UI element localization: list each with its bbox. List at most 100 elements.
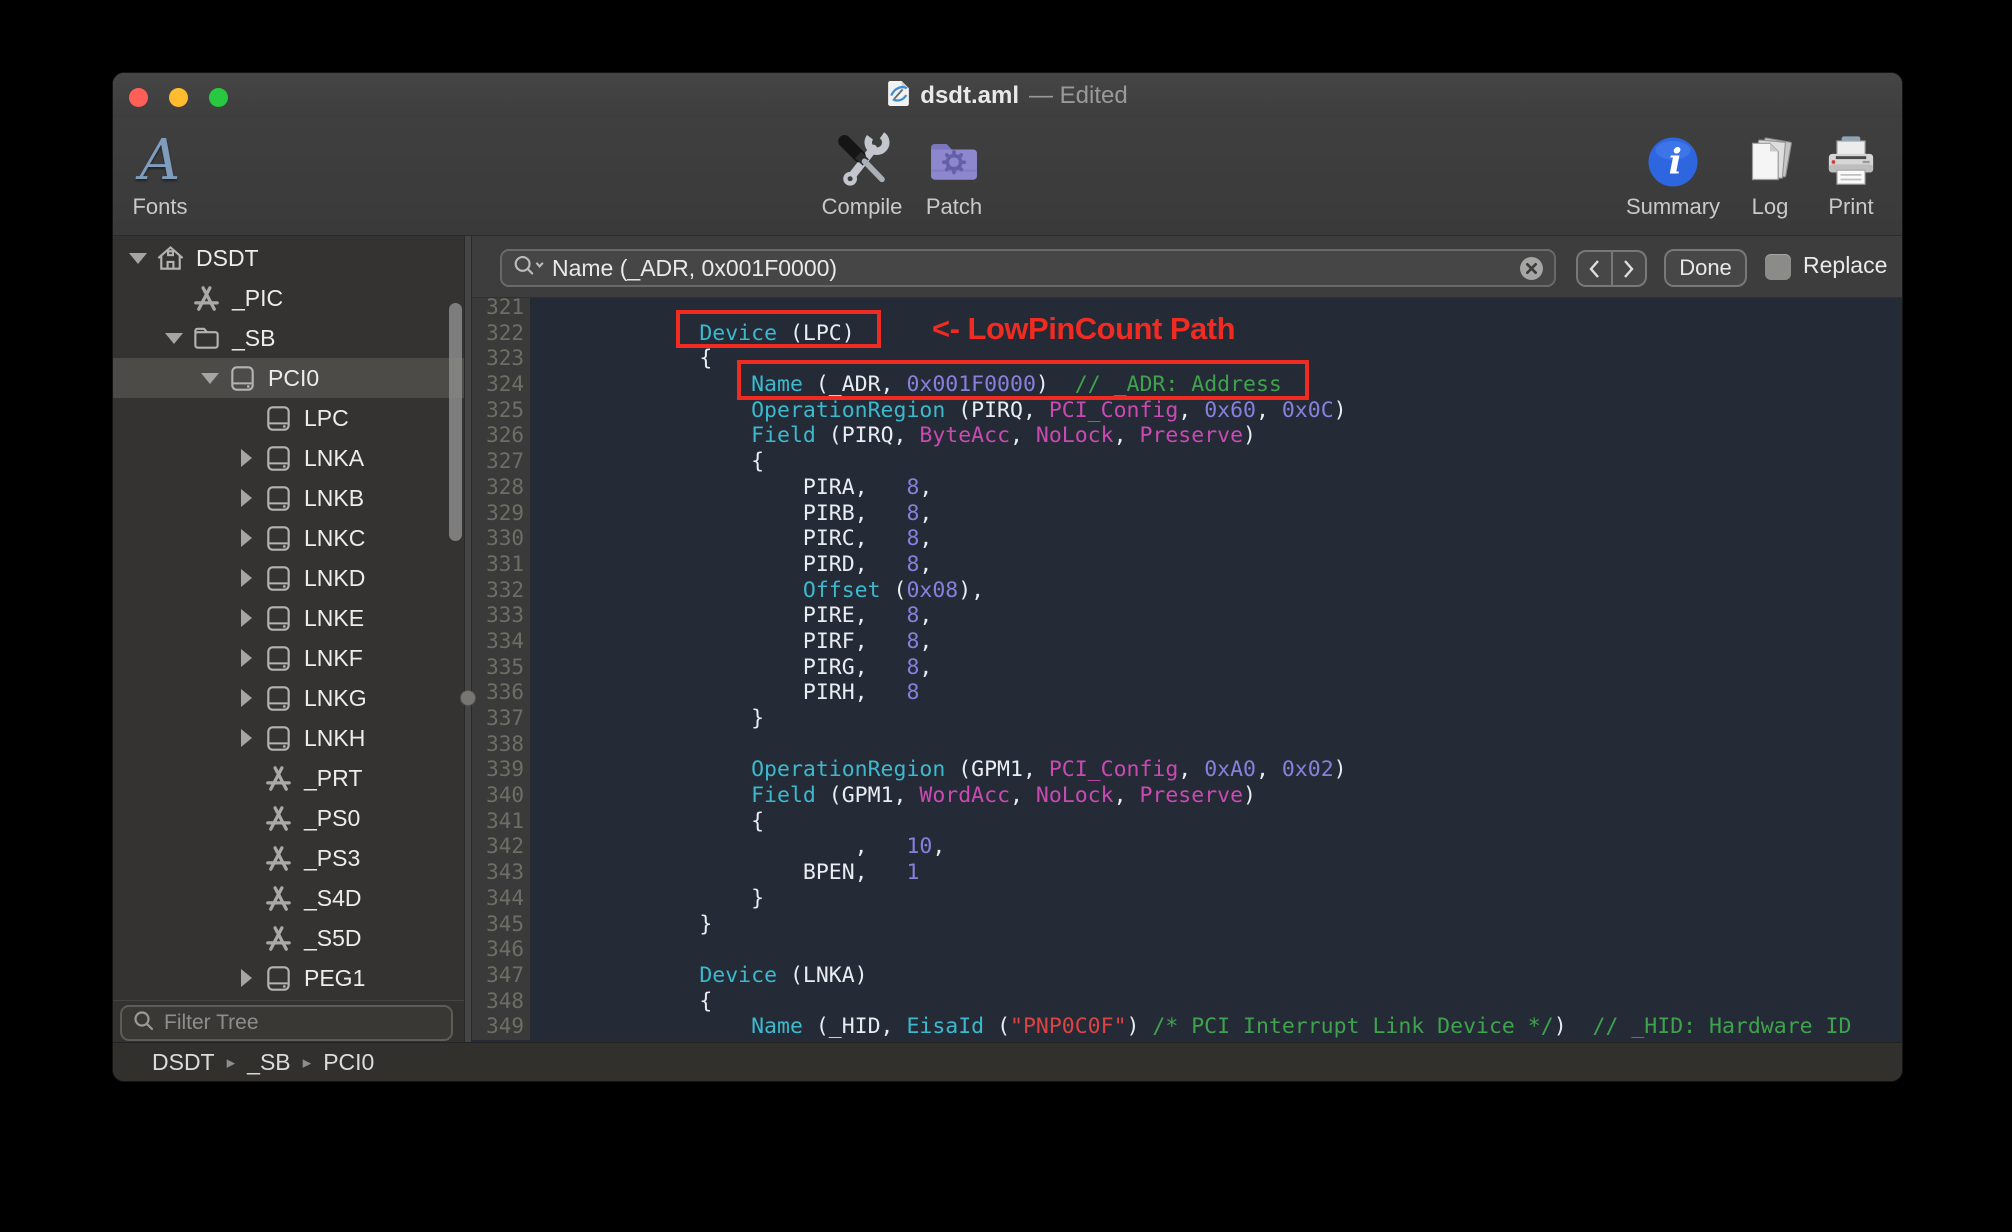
find-input[interactable]: Name (_ADR, 0x001F0000) bbox=[500, 249, 1556, 287]
tree-item-lnkh[interactable]: LNKH bbox=[113, 718, 464, 758]
done-button[interactable]: Done bbox=[1664, 249, 1747, 287]
tree-item-dsdt[interactable]: DSDT bbox=[113, 238, 464, 278]
tree-item-_s5d[interactable]: _S5D bbox=[113, 918, 464, 958]
find-next-button[interactable] bbox=[1613, 252, 1646, 285]
line-number: 348 bbox=[486, 988, 524, 1013]
search-icon bbox=[132, 1009, 156, 1038]
line-number: 344 bbox=[486, 885, 524, 910]
tree-item-lnkg[interactable]: LNKG bbox=[113, 678, 464, 718]
tree-item-lpc[interactable]: LPC bbox=[113, 398, 464, 438]
tree-item-_prt[interactable]: _PRT bbox=[113, 758, 464, 798]
disclosure-closed-icon[interactable] bbox=[233, 448, 259, 468]
tree-item-_ps3[interactable]: _PS3 bbox=[113, 838, 464, 878]
tree-item-lnka[interactable]: LNKA bbox=[113, 438, 464, 478]
disclosure-closed-icon[interactable] bbox=[233, 568, 259, 588]
fonts-button[interactable]: A Fonts bbox=[113, 128, 220, 220]
annotation-arrow-text: <- LowPinCount Path bbox=[932, 311, 1236, 346]
line-number: 321 bbox=[486, 298, 524, 319]
tree-item-label: LNKG bbox=[304, 684, 367, 711]
disclosure-closed-icon[interactable] bbox=[233, 728, 259, 748]
code-line-326: Field (PIRQ, ByteAcc, NoLock, Preserve) bbox=[751, 423, 1256, 449]
pane-splitter[interactable] bbox=[464, 236, 472, 1043]
document-icon bbox=[887, 80, 910, 112]
device-icon bbox=[261, 562, 295, 594]
print-button[interactable]: Print bbox=[1791, 128, 1902, 220]
tree-item-label: DSDT bbox=[196, 244, 259, 271]
acpi-tree: DSDT _PIC _SB PCI0 LPC LNKA LNKB LNKC LNKD LNKE LN… bbox=[113, 238, 464, 998]
title-bar[interactable]: dsdt.aml — Edited bbox=[113, 73, 1902, 118]
disclosure-closed-icon[interactable] bbox=[233, 968, 259, 988]
code-line-335: PIRG, 8, bbox=[544, 654, 933, 680]
code-line-347: Device (LNKA) bbox=[699, 962, 868, 988]
code-line-342: , 10, bbox=[544, 834, 946, 860]
window-title: dsdt.aml — Edited bbox=[113, 73, 1902, 118]
tree-item-_s4d[interactable]: _S4D bbox=[113, 878, 464, 918]
line-number: 331 bbox=[486, 551, 524, 576]
search-menu-icon[interactable] bbox=[512, 253, 546, 283]
tree-item-lnkc[interactable]: LNKC bbox=[113, 518, 464, 558]
tree-item-label: LNKE bbox=[304, 604, 365, 631]
line-number: 338 bbox=[486, 731, 524, 756]
code-line-336: PIRH, 8 bbox=[544, 680, 920, 706]
find-query-text: Name (_ADR, 0x001F0000) bbox=[552, 254, 838, 281]
splitter-handle-icon[interactable] bbox=[460, 690, 476, 706]
disclosure-open-icon[interactable] bbox=[125, 248, 151, 268]
code-text: Device (LPC) { Name (_ADR, 0x001F0000) /… bbox=[530, 298, 1902, 1040]
tree-item-_pic[interactable]: _PIC bbox=[113, 278, 464, 318]
find-bar: Name (_ADR, 0x001F0000) Done Replace bbox=[472, 236, 1902, 298]
tree-item-lnke[interactable]: LNKE bbox=[113, 598, 464, 638]
tree-item-pci0[interactable]: PCI0 bbox=[113, 358, 464, 398]
clear-search-icon[interactable] bbox=[1519, 256, 1544, 281]
code-line-345: } bbox=[544, 911, 713, 937]
tree-item-lnkd[interactable]: LNKD bbox=[113, 558, 464, 598]
line-number: 345 bbox=[486, 911, 524, 936]
document-title: dsdt.aml bbox=[920, 81, 1019, 109]
device-icon bbox=[261, 402, 295, 434]
line-number: 340 bbox=[486, 783, 524, 808]
tree-item-label: LNKF bbox=[304, 644, 363, 671]
tree-item-_ps0[interactable]: _PS0 bbox=[113, 798, 464, 838]
replace-label: Replace bbox=[1803, 252, 1888, 278]
tree-item-peg1[interactable]: PEG1 bbox=[113, 958, 464, 998]
code-line-340: Field (GPM1, WordAcc, NoLock, Preserve) bbox=[751, 783, 1256, 809]
tree-item-label: _PIC bbox=[232, 284, 284, 311]
find-nav-segmented bbox=[1576, 250, 1647, 287]
tree-item-_sb[interactable]: _SB bbox=[113, 318, 464, 358]
tree-item-lnkb[interactable]: LNKB bbox=[113, 478, 464, 518]
breadcrumb-sb[interactable]: _SB bbox=[247, 1049, 290, 1076]
disclosure-closed-icon[interactable] bbox=[233, 648, 259, 668]
sidebar-scrollbar-thumb[interactable] bbox=[449, 303, 462, 541]
breadcrumb-dsdt[interactable]: DSDT bbox=[152, 1049, 215, 1076]
replace-checkbox[interactable] bbox=[1765, 254, 1791, 280]
disclosure-closed-icon[interactable] bbox=[233, 488, 259, 508]
breadcrumb-pci0[interactable]: PCI0 bbox=[323, 1049, 374, 1076]
line-number: 327 bbox=[486, 449, 524, 474]
device-icon bbox=[261, 522, 295, 554]
printer-icon bbox=[1823, 128, 1879, 190]
disclosure-open-icon[interactable] bbox=[197, 368, 223, 388]
tree-item-label: LNKB bbox=[304, 484, 365, 511]
breadcrumb-separator-icon: ▸ bbox=[226, 1053, 236, 1072]
method-icon bbox=[261, 762, 295, 794]
disclosure-open-icon[interactable] bbox=[161, 328, 187, 348]
line-number: 326 bbox=[486, 423, 524, 448]
disclosure-closed-icon[interactable] bbox=[233, 528, 259, 548]
tree-item-label: _PRT bbox=[304, 764, 363, 791]
filter-tree-input[interactable]: Filter Tree bbox=[120, 1005, 453, 1041]
code-editor[interactable]: 321 322 323 324 325 326 327 328 329 330 331 332 333 3… bbox=[472, 298, 1902, 1043]
code-line-344: } bbox=[544, 885, 765, 911]
line-number: 332 bbox=[486, 577, 524, 602]
breadcrumb-separator-icon: ▸ bbox=[302, 1053, 312, 1072]
disclosure-closed-icon[interactable] bbox=[233, 688, 259, 708]
patch-button[interactable]: Patch bbox=[894, 128, 1014, 220]
disclosure-closed-icon[interactable] bbox=[233, 608, 259, 628]
tree-item-lnkf[interactable]: LNKF bbox=[113, 638, 464, 678]
find-previous-button[interactable] bbox=[1578, 252, 1613, 285]
line-number: 324 bbox=[486, 372, 524, 397]
code-line-325: OperationRegion (PIRQ, PCI_Config, 0x60,… bbox=[751, 397, 1347, 423]
device-icon bbox=[261, 482, 295, 514]
